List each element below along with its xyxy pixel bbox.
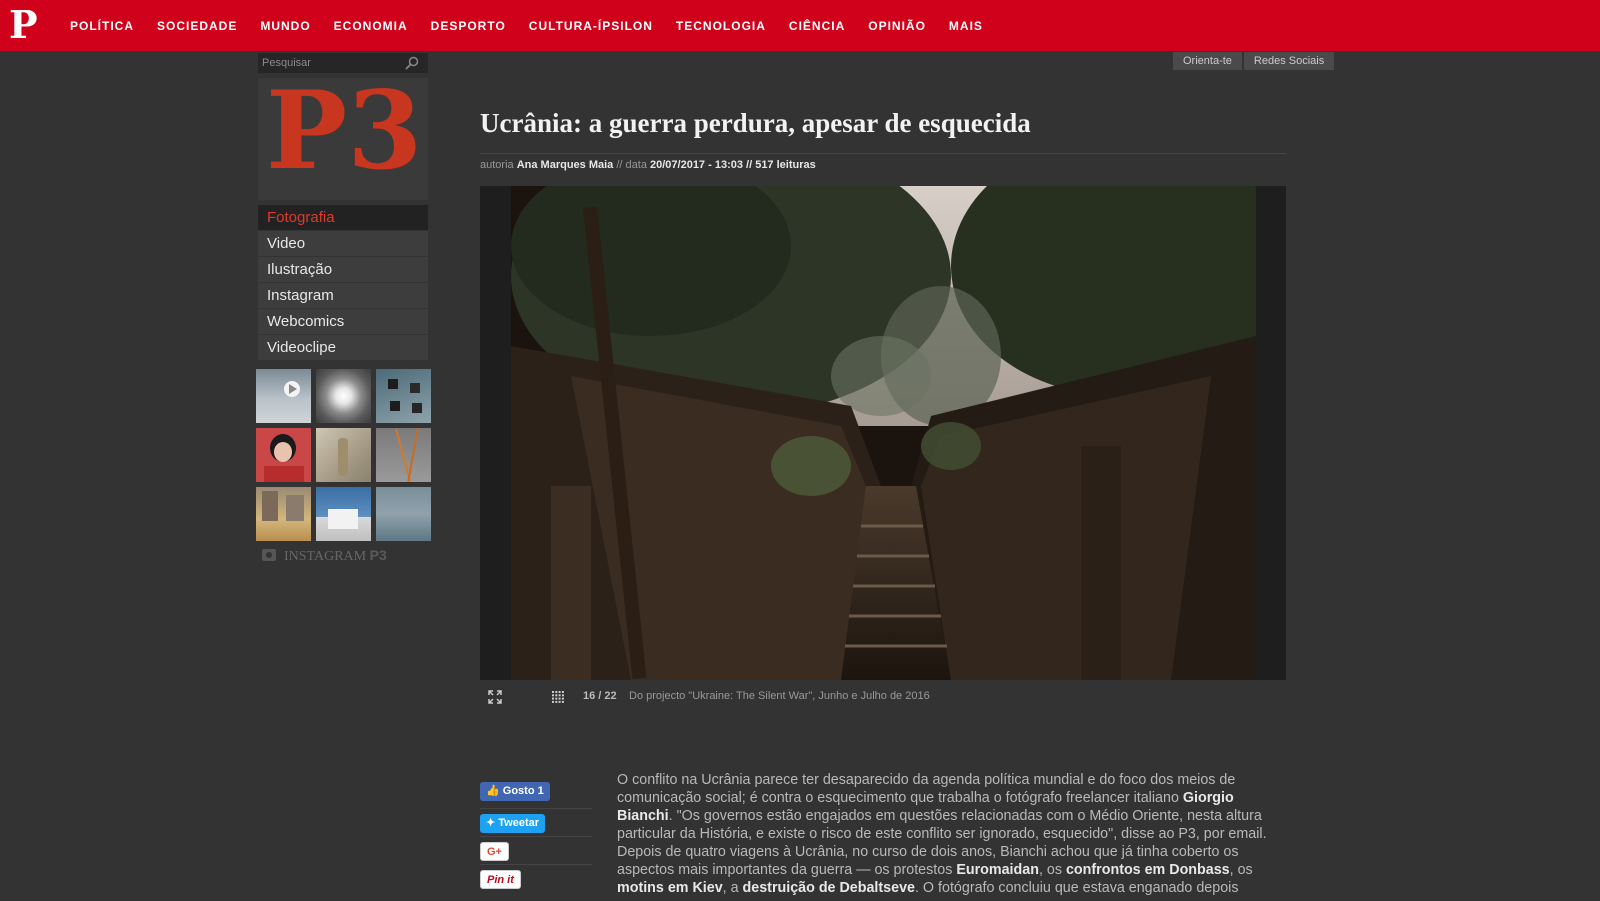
gallery-photo[interactable] [511, 186, 1256, 680]
nav-item-ciencia[interactable]: CIÊNCIA [789, 19, 845, 33]
nav-item-sociedade[interactable]: SOCIEDADE [157, 19, 237, 33]
fullscreen-icon[interactable] [488, 690, 502, 704]
svg-text:P3: P3 [266, 82, 422, 194]
link-motins-kiev[interactable]: motins em Kiev [617, 880, 723, 896]
nav-item-opiniao[interactable]: OPINIÃO [868, 19, 926, 33]
top-navigation-bar: P POLÍTICA SOCIEDADE MUNDO ECONOMIA DESP… [0, 0, 1600, 51]
sidebar-item-videoclipe[interactable]: Videoclipe [258, 335, 428, 360]
sidebar-item-fotografia[interactable]: Fotografia [258, 205, 428, 230]
search-icon[interactable] [404, 55, 420, 71]
instagram-thumb[interactable] [316, 369, 371, 423]
instagram-thumb[interactable] [376, 369, 431, 423]
redes-sociais-button[interactable]: Redes Sociais [1243, 52, 1335, 70]
sidebar-item-ilustracao[interactable]: Ilustração [258, 257, 428, 282]
read-count: // 517 leituras [746, 159, 816, 171]
gallery-counter: 16 / 22 [583, 690, 617, 702]
p3-logo[interactable]: P3 [258, 78, 428, 200]
sidebar-item-instagram[interactable]: Instagram [258, 283, 428, 308]
sidebar-item-video[interactable]: Video [258, 231, 428, 256]
instagram-label: INSTAGRAM [284, 549, 367, 564]
grid-view-icon[interactable] [552, 691, 564, 703]
instagram-link[interactable]: INSTAGRAM P3 [262, 547, 387, 565]
section-menu: Fotografia Video Ilustração Instagram We… [258, 205, 428, 361]
search-box [258, 53, 428, 73]
article-date: 20/07/2017 - 13:03 [650, 159, 743, 171]
instagram-thumb[interactable] [256, 487, 311, 541]
link-euromaidan[interactable]: Euromaidan [956, 862, 1039, 878]
pinterest-row: Pin it [480, 865, 592, 893]
orienta-te-button[interactable]: Orienta-te [1173, 52, 1242, 70]
nav-item-tecnologia[interactable]: TECNOLOGIA [676, 19, 766, 33]
instagram-grid [256, 369, 432, 541]
main-nav: POLÍTICA SOCIEDADE MUNDO ECONOMIA DESPOR… [70, 0, 1006, 51]
instagram-thumb[interactable] [316, 487, 371, 541]
trench-photo [511, 186, 1256, 680]
camera-icon [262, 549, 276, 561]
link-destruicao-debaltseve[interactable]: destruição de Debaltseve [743, 880, 915, 896]
gplus-button[interactable]: G+ [480, 842, 509, 861]
photo-gallery [480, 186, 1286, 680]
twitter-row: ✦ Tweetar [480, 809, 592, 837]
gplus-row: G+ [480, 837, 592, 865]
instagram-thumb[interactable] [376, 487, 431, 541]
facebook-row: 👍 Gosto 1 [480, 781, 592, 809]
article-meta: autoria Ana Marques Maia // data 20/07/2… [480, 159, 816, 171]
article-body: O conflito na Ucrânia parece ter desapar… [617, 771, 1287, 897]
top-right-buttons: Orienta-te Redes Sociais [1173, 52, 1336, 70]
instagram-thumb[interactable] [256, 428, 311, 482]
nav-item-cultura-ipsilon[interactable]: CULTURA-ÍPSILON [529, 19, 653, 33]
instagram-thumb[interactable] [256, 369, 311, 423]
author-name[interactable]: Ana Marques Maia [517, 159, 614, 171]
nav-item-desporto[interactable]: DESPORTO [431, 19, 506, 33]
sidebar-item-webcomics[interactable]: Webcomics [258, 309, 428, 334]
nav-item-mais[interactable]: MAIS [949, 19, 983, 33]
pin-it-button[interactable]: Pin it [480, 870, 521, 889]
body-text-1: O conflito na Ucrânia parece ter desapar… [617, 772, 1236, 806]
body-text-3: , os [1038, 862, 1066, 878]
body-text-5: , a [722, 880, 743, 896]
nav-item-economia[interactable]: ECONOMIA [334, 19, 408, 33]
p3-logo-graphic: P3 [266, 82, 422, 194]
title-divider [480, 153, 1286, 154]
nav-item-mundo[interactable]: MUNDO [260, 19, 310, 33]
publico-logo[interactable]: P [9, 6, 39, 44]
photo-caption: Do projecto "Ukraine: The Silent War", J… [629, 690, 930, 702]
search-input[interactable] [258, 53, 403, 73]
instagram-thumb[interactable] [376, 428, 431, 482]
article-title: Ucrânia: a guerra perdura, apesar de esq… [480, 108, 1031, 138]
body-text-4: , os [1229, 862, 1253, 878]
instagram-thumb[interactable] [316, 428, 371, 482]
instagram-brand: P3 [369, 547, 387, 563]
date-prefix: // data [616, 159, 647, 171]
play-icon [284, 381, 300, 397]
like-label: Gosto 1 [502, 785, 544, 797]
nav-item-politica[interactable]: POLÍTICA [70, 19, 134, 33]
social-share: 👍 Gosto 1 ✦ Tweetar G+ Pin it [480, 781, 592, 893]
gallery-controls: 16 / 22 Do projecto "Ukraine: The Silent… [480, 688, 1286, 708]
body-text-6: . O fotógrafo concluiu que estava engana… [914, 880, 1239, 896]
link-confrontos-donbass[interactable]: confrontos em Donbass [1066, 862, 1230, 878]
author-prefix: autoria [480, 159, 514, 171]
tweet-label: Tweetar [498, 817, 540, 829]
facebook-like-button[interactable]: 👍 Gosto 1 [480, 782, 550, 801]
tweet-button[interactable]: ✦ Tweetar [480, 814, 546, 833]
